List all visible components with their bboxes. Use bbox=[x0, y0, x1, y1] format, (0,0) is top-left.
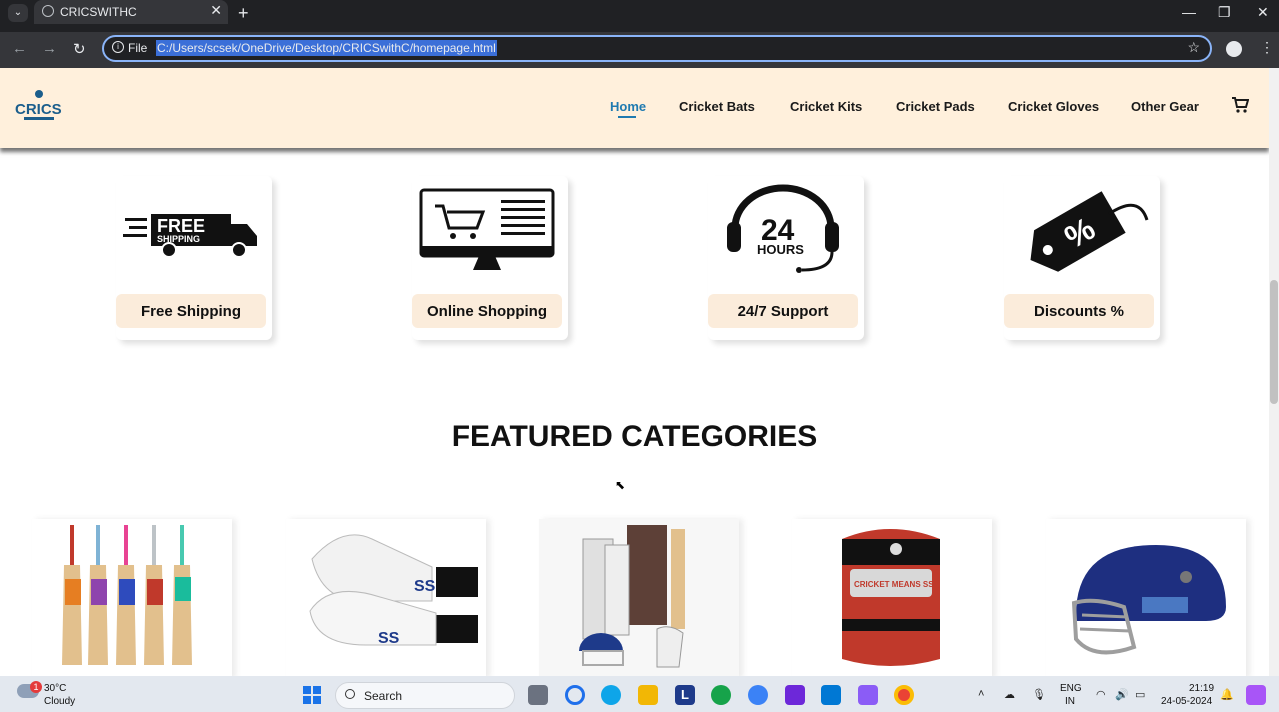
cricket-helmet-image bbox=[1071, 545, 1226, 655]
region-indicator[interactable]: IN bbox=[1065, 696, 1075, 707]
section-title: FEATURED CATEGORIES bbox=[451, 420, 818, 453]
xbox-icon[interactable] bbox=[711, 685, 731, 705]
clock-time[interactable]: 21:19 bbox=[1189, 683, 1214, 694]
weather-badge: 1 bbox=[30, 681, 42, 693]
tab-list-button[interactable]: ⌄ bbox=[8, 4, 28, 22]
scheme-label: File bbox=[128, 41, 148, 55]
feature-card-discounts: % Discounts % bbox=[1004, 176, 1160, 340]
app-store-icon[interactable] bbox=[748, 685, 768, 705]
address-bar[interactable]: i File C:/Users/scsek/OneDrive/Desktop/C… bbox=[102, 35, 1212, 62]
feature-label: Online Shopping bbox=[412, 294, 562, 328]
site-logo[interactable]: CRICS bbox=[14, 88, 64, 124]
app-icon[interactable] bbox=[785, 685, 805, 705]
microphone-icon[interactable]: 🎙 bbox=[1032, 688, 1046, 701]
browser-tab[interactable]: CRICSWITHC ✕ bbox=[34, 0, 228, 24]
nav-cricket-bats[interactable]: Cricket Bats bbox=[679, 99, 755, 114]
category-card-helmet[interactable] bbox=[1046, 519, 1246, 676]
web-page: CRICS Home Cricket Bats Cricket Kits Cri… bbox=[0, 68, 1269, 676]
forward-button[interactable]: → bbox=[42, 40, 57, 57]
tab-close-icon[interactable]: ✕ bbox=[210, 2, 222, 19]
weather-description[interactable]: Cloudy bbox=[44, 696, 75, 707]
notification-bell-icon[interactable]: 🔔 bbox=[1220, 688, 1234, 701]
category-card-kits[interactable] bbox=[539, 519, 739, 676]
cricket-kit-image bbox=[539, 519, 739, 676]
tab-title: CRICSWITHC bbox=[60, 5, 137, 19]
cart-icon[interactable] bbox=[1231, 97, 1249, 113]
reload-button[interactable]: ↻ bbox=[73, 40, 86, 58]
browser-toolbar: ← → ↻ i File C:/Users/scsek/OneDrive/Des… bbox=[0, 32, 1279, 68]
windows-taskbar: 1 30°C Cloudy Search L ˄ ☁ 🎙 ENG IN ◠ 🔊 … bbox=[0, 676, 1279, 712]
feature-card-online-shopping: Online Shopping bbox=[412, 176, 568, 340]
cortana-icon[interactable] bbox=[565, 685, 585, 705]
nav-active-indicator bbox=[618, 116, 636, 118]
feature-label: Discounts % bbox=[1004, 294, 1154, 328]
task-view-icon[interactable] bbox=[528, 685, 548, 705]
site-header: CRICS Home Cricket Bats Cricket Kits Cri… bbox=[0, 68, 1269, 148]
onedrive-icon[interactable]: ☁ bbox=[1004, 688, 1015, 701]
feature-card-free-shipping: FREE SHIPPING Free Shipping bbox=[116, 176, 272, 340]
scrollbar-thumb[interactable] bbox=[1270, 280, 1278, 404]
globe-icon bbox=[42, 5, 54, 17]
url-text[interactable]: C:/Users/scsek/OneDrive/Desktop/CRICSwit… bbox=[156, 40, 497, 56]
copilot-icon[interactable] bbox=[1246, 685, 1266, 705]
category-card-kitbag[interactable]: CRICKET MEANS SS bbox=[792, 519, 992, 676]
logo-text: CRICS bbox=[15, 101, 62, 118]
category-card-bats[interactable] bbox=[32, 519, 232, 676]
language-indicator[interactable]: ENG bbox=[1060, 683, 1082, 694]
svg-text:HOURS: HOURS bbox=[757, 242, 804, 257]
feature-label: Free Shipping bbox=[116, 294, 266, 328]
weather-temperature[interactable]: 30°C bbox=[44, 683, 66, 694]
battery-icon[interactable]: ▭ bbox=[1135, 688, 1145, 701]
file-explorer-icon[interactable] bbox=[638, 685, 658, 705]
truck-icon: FREE SHIPPING bbox=[123, 214, 257, 258]
browser-menu-icon[interactable]: ⋮ bbox=[1260, 39, 1274, 56]
svg-text:SS: SS bbox=[414, 578, 436, 595]
edge-icon[interactable] bbox=[601, 685, 621, 705]
wifi-icon[interactable]: ◠ bbox=[1096, 688, 1106, 701]
svg-text:FREE: FREE bbox=[157, 216, 205, 236]
search-icon bbox=[345, 689, 355, 699]
svg-text:CRICKET MEANS SS: CRICKET MEANS SS bbox=[854, 580, 934, 589]
search-label: Search bbox=[364, 689, 403, 703]
browser-tab-bar: ⌄ CRICSWITHC ✕ + — ❐ ✕ bbox=[0, 0, 1279, 32]
svg-text:SS: SS bbox=[378, 630, 400, 647]
vscode-icon[interactable] bbox=[821, 685, 841, 705]
nav-home[interactable]: Home bbox=[610, 99, 646, 114]
monitor-cart-icon bbox=[419, 188, 555, 270]
cricket-kitbag-image: CRICKET MEANS SS bbox=[842, 529, 940, 666]
nav-cricket-gloves[interactable]: Cricket Gloves bbox=[1008, 99, 1099, 114]
volume-icon[interactable]: 🔊 bbox=[1115, 688, 1129, 701]
headset-icon: 24 HOURS bbox=[727, 184, 839, 273]
snipping-tool-icon[interactable] bbox=[858, 685, 878, 705]
feature-label: 24/7 Support bbox=[708, 294, 858, 328]
mouse-cursor-icon: ⬉ bbox=[615, 478, 626, 492]
svg-text:SHIPPING: SHIPPING bbox=[157, 234, 200, 244]
close-window-button[interactable]: ✕ bbox=[1257, 4, 1269, 21]
discount-tag-icon: % bbox=[1030, 191, 1149, 272]
app-l-icon[interactable]: L bbox=[675, 685, 695, 705]
nav-cricket-pads[interactable]: Cricket Pads bbox=[896, 99, 975, 114]
cricket-gloves-image: SS SS bbox=[309, 534, 478, 647]
maximize-button[interactable]: ❐ bbox=[1218, 4, 1231, 21]
info-icon[interactable]: i bbox=[112, 41, 124, 53]
category-card-gloves[interactable]: SS SS bbox=[286, 519, 486, 676]
bookmark-star-icon[interactable]: ☆ bbox=[1187, 39, 1200, 56]
back-button[interactable]: ← bbox=[12, 40, 27, 57]
cricket-bats-image bbox=[62, 525, 192, 665]
profile-avatar-icon[interactable] bbox=[1226, 41, 1242, 57]
clock-date[interactable]: 24-05-2024 bbox=[1161, 696, 1212, 707]
minimize-button[interactable]: — bbox=[1182, 4, 1196, 20]
new-tab-button[interactable]: + bbox=[238, 3, 249, 24]
taskbar-search[interactable]: Search bbox=[335, 682, 515, 709]
nav-cricket-kits[interactable]: Cricket Kits bbox=[790, 99, 862, 114]
nav-other-gear[interactable]: Other Gear bbox=[1131, 99, 1199, 114]
chrome-icon[interactable] bbox=[894, 685, 914, 705]
tray-overflow-icon[interactable]: ˄ bbox=[978, 688, 984, 700]
feature-card-support: 24 HOURS 24/7 Support bbox=[708, 176, 864, 340]
windows-start-icon[interactable] bbox=[303, 686, 321, 704]
